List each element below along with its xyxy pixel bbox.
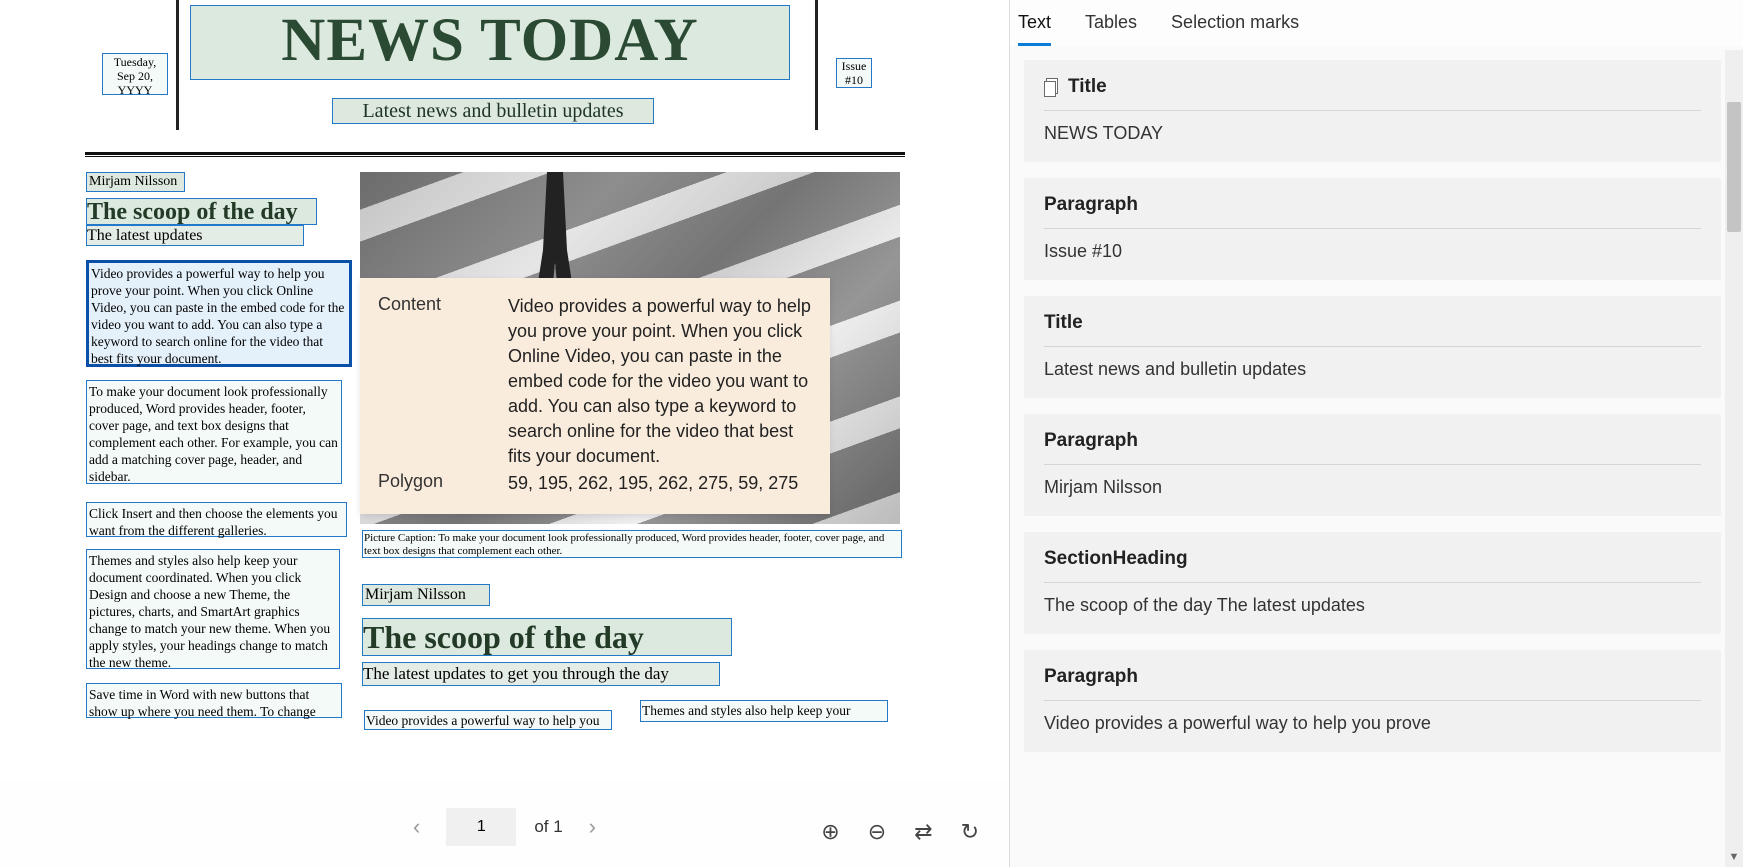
document-canvas[interactable]: NEWS TODAY Latest news and bulletin upda… (0, 0, 1009, 780)
detected-paragraph-2[interactable]: To make your document look professionall… (86, 380, 342, 484)
result-type-label: Paragraph (1044, 430, 1701, 465)
document-icon (1044, 78, 1062, 96)
result-content: NEWS TODAY (1044, 123, 1701, 144)
result-card[interactable]: Paragraph Mirjam Nilsson (1024, 414, 1721, 516)
detected-heading-1[interactable]: The scoop of the day (86, 198, 317, 225)
vertical-rule-right (815, 0, 818, 130)
detected-subtitle[interactable]: Latest news and bulletin updates (332, 98, 654, 124)
result-type-label: Title (1044, 76, 1701, 111)
prev-page-button[interactable]: ‹ (405, 810, 428, 844)
result-card[interactable]: Title NEWS TODAY (1024, 60, 1721, 162)
detected-paragraph-5[interactable]: Save time in Word with new buttons that … (86, 683, 342, 718)
detected-date[interactable]: Tuesday, Sep 20, YYYY (102, 53, 168, 95)
vertical-rule-left (176, 0, 179, 130)
detected-paragraph-4[interactable]: Themes and styles also help keep your do… (86, 549, 340, 669)
viewer-tools: ⊕ ⊖ ⇄ ↻ (821, 819, 979, 845)
results-scrollbar-track[interactable]: ▲ ▼ (1725, 50, 1743, 867)
detected-paragraph-6[interactable]: Themes and styles also help keep your (640, 700, 888, 722)
zoom-out-icon[interactable]: ⊖ (868, 819, 886, 845)
results-list[interactable]: Title NEWS TODAY Paragraph Issue #10 Tit… (1010, 46, 1743, 867)
result-content: Issue #10 (1044, 241, 1701, 262)
scroll-down-icon[interactable]: ▼ (1728, 851, 1740, 863)
result-type-label: Paragraph (1044, 194, 1701, 229)
tooltip-content-label: Content (378, 294, 508, 469)
result-card[interactable]: Paragraph Video provides a powerful way … (1024, 650, 1721, 752)
detected-subheading-1[interactable]: The latest updates (86, 225, 304, 246)
analysis-results-pane: Text Tables Selection marks Title NEWS T… (1010, 0, 1743, 867)
document-viewer-pane: NEWS TODAY Latest news and bulletin upda… (0, 0, 1010, 867)
tab-selection-marks[interactable]: Selection marks (1171, 12, 1299, 46)
newspaper-page: NEWS TODAY Latest news and bulletin upda… (0, 0, 1009, 780)
detected-subheading-2[interactable]: The latest updates to get you through th… (362, 662, 720, 686)
tab-tables[interactable]: Tables (1085, 12, 1137, 46)
detected-title[interactable]: NEWS TODAY (190, 5, 790, 80)
detected-paragraph-3[interactable]: Click Insert and then choose the element… (86, 502, 347, 537)
tooltip-polygon-value: 59, 195, 262, 195, 262, 275, 59, 275 (508, 471, 812, 496)
result-type-text: Title (1068, 76, 1107, 98)
page-total-label: of 1 (534, 817, 562, 837)
tooltip-content-value: Video provides a powerful way to help yo… (508, 294, 812, 469)
detected-author-1[interactable]: Mirjam Nilsson (86, 172, 185, 192)
result-type-label: SectionHeading (1044, 548, 1701, 583)
result-card[interactable]: SectionHeading The scoop of the day The … (1024, 532, 1721, 634)
result-card[interactable]: Paragraph Issue #10 (1024, 178, 1721, 280)
result-content: Video provides a powerful way to help yo… (1044, 713, 1701, 734)
results-tabs: Text Tables Selection marks (1010, 0, 1743, 46)
result-content: Mirjam Nilsson (1044, 477, 1701, 498)
detected-caption[interactable]: Picture Caption: To make your document l… (362, 530, 902, 558)
pagination-bar: ‹ of 1 › ⊕ ⊖ ⇄ ↻ (0, 787, 1009, 867)
detected-paragraph-1-selected[interactable]: Video provides a powerful way to help yo… (86, 260, 352, 367)
result-type-label: Paragraph (1044, 666, 1701, 701)
detected-heading-2[interactable]: The scoop of the day (362, 618, 732, 656)
tooltip-polygon-label: Polygon (378, 471, 508, 496)
rotate-icon[interactable]: ↻ (961, 819, 979, 845)
page-number-input[interactable] (446, 808, 516, 846)
detected-paragraph-7[interactable]: Video provides a powerful way to help yo… (364, 710, 612, 730)
selection-tooltip: Content Video provides a powerful way to… (360, 278, 830, 514)
next-page-button[interactable]: › (581, 810, 604, 844)
detected-author-2[interactable]: Mirjam Nilsson (362, 584, 490, 606)
result-content: Latest news and bulletin updates (1044, 359, 1701, 380)
result-content: The scoop of the day The latest updates (1044, 595, 1701, 616)
result-type-label: Title (1044, 312, 1701, 347)
results-scrollbar-thumb[interactable] (1727, 102, 1741, 232)
fit-width-icon[interactable]: ⇄ (914, 819, 932, 845)
horizontal-rule (85, 152, 905, 157)
tab-text[interactable]: Text (1018, 12, 1051, 46)
zoom-in-icon[interactable]: ⊕ (821, 819, 839, 845)
result-card[interactable]: Title Latest news and bulletin updates (1024, 296, 1721, 398)
detected-issue[interactable]: Issue #10 (836, 58, 872, 88)
